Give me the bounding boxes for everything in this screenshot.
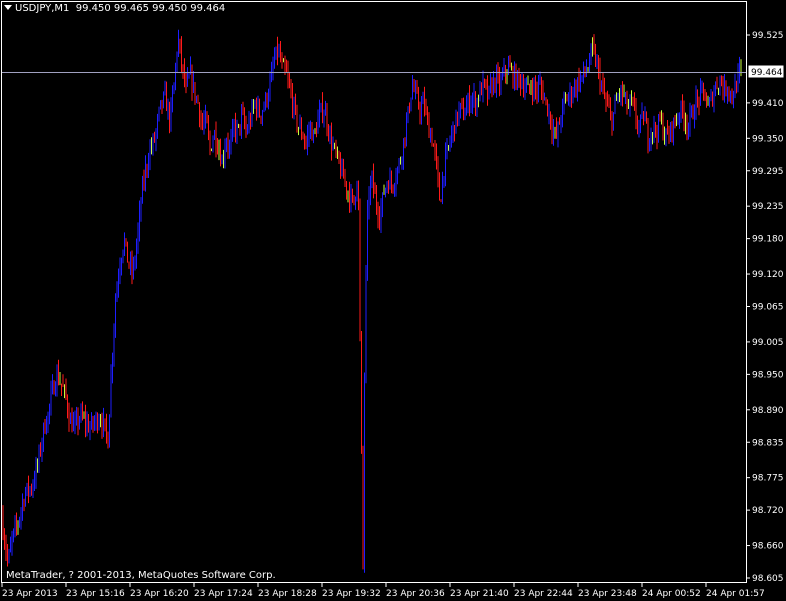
- symbol-label: USDJPY,M1: [15, 3, 70, 14]
- ohlc-values: 99.450 99.465 99.450 99.464: [75, 3, 226, 14]
- y-tick-label: 98.720: [752, 506, 784, 516]
- chart-background: [0, 0, 786, 601]
- x-tick-label: 23 Apr 15:16: [66, 589, 125, 599]
- current-price-label: 99.464: [751, 68, 783, 78]
- x-tick-label: 23 Apr 16:20: [130, 589, 189, 599]
- y-tick-label: 99.005: [752, 338, 784, 348]
- x-tick-label: 23 Apr 2013: [2, 589, 58, 599]
- y-tick-label: 99.065: [752, 303, 784, 313]
- current-price-tag: 99.464: [747, 64, 785, 79]
- price-chart[interactable]: 99.525 99.410 99.350 99.295 99.235 99.180 99.1…: [0, 0, 786, 601]
- y-tick-label: 99.525: [752, 31, 784, 41]
- chart-header[interactable]: USDJPY,M1 99.450 99.465 99.450 99.464: [4, 3, 225, 14]
- x-tick-label: 24 Apr 01:57: [706, 589, 765, 599]
- x-tick-label: 23 Apr 20:36: [386, 589, 445, 599]
- y-tick-label: 98.950: [752, 370, 784, 380]
- y-tick-label: 99.410: [752, 99, 784, 109]
- x-tick-label: 23 Apr 17:24: [194, 589, 253, 599]
- x-tick-label: 24 Apr 00:52: [642, 589, 701, 599]
- x-tick-label: 23 Apr 21:40: [450, 589, 509, 599]
- x-tick-label: 23 Apr 18:28: [258, 589, 317, 599]
- y-tick-label: 99.235: [752, 202, 784, 212]
- y-tick-label: 99.180: [752, 235, 784, 245]
- x-tick-label: 23 Apr 22:44: [514, 589, 573, 599]
- y-tick-label: 98.660: [752, 542, 784, 552]
- y-tick-label: 99.295: [752, 167, 784, 177]
- dropdown-triangle-icon[interactable]: [4, 5, 12, 10]
- y-tick-label: 98.775: [752, 474, 784, 484]
- copyright-text: MetaTrader, ? 2001-2013, MetaQuotes Soft…: [6, 570, 276, 581]
- y-tick-label: 98.605: [752, 574, 784, 584]
- y-tick-label: 99.120: [752, 270, 784, 280]
- y-tick-label: 99.350: [752, 134, 784, 144]
- y-tick-label: 98.835: [752, 438, 784, 448]
- x-tick-label: 23 Apr 19:32: [322, 589, 381, 599]
- x-tick-label: 23 Apr 23:48: [578, 589, 637, 599]
- y-tick-label: 98.890: [752, 406, 784, 416]
